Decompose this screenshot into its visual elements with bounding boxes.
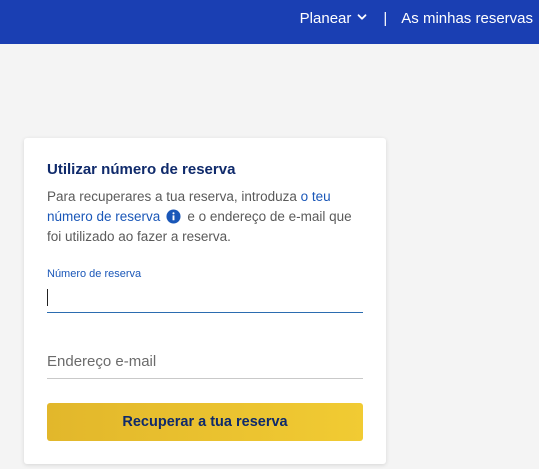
- text-cursor: [47, 289, 48, 306]
- booking-number-input[interactable]: [47, 284, 363, 313]
- email-input[interactable]: [47, 344, 363, 379]
- header-nav: Planear | As minhas reservas: [300, 0, 533, 36]
- chevron-down-icon: [357, 14, 367, 20]
- nav-plan-menu[interactable]: Planear: [300, 10, 368, 27]
- card-description: Para recuperares a tua reserva, introduz…: [47, 187, 367, 247]
- top-navigation-bar: Planear | As minhas reservas: [0, 0, 539, 44]
- nav-plan-label: Planear: [299, 9, 352, 27]
- info-icon[interactable]: [166, 209, 181, 224]
- nav-my-bookings[interactable]: As minhas reservas: [401, 10, 533, 27]
- nav-separator: |: [383, 9, 388, 27]
- booking-number-label: Número de reserva: [47, 268, 142, 280]
- retrieve-booking-button[interactable]: Recuperar a tua reserva: [47, 403, 363, 441]
- description-text-start: Para recuperares a tua reserva, introduz…: [47, 189, 301, 204]
- card-title: Utilizar número de reserva: [47, 161, 236, 178]
- booking-lookup-card: Utilizar número de reserva Para recupera…: [24, 138, 386, 464]
- nav-my-bookings-label: As minhas reservas: [401, 9, 533, 27]
